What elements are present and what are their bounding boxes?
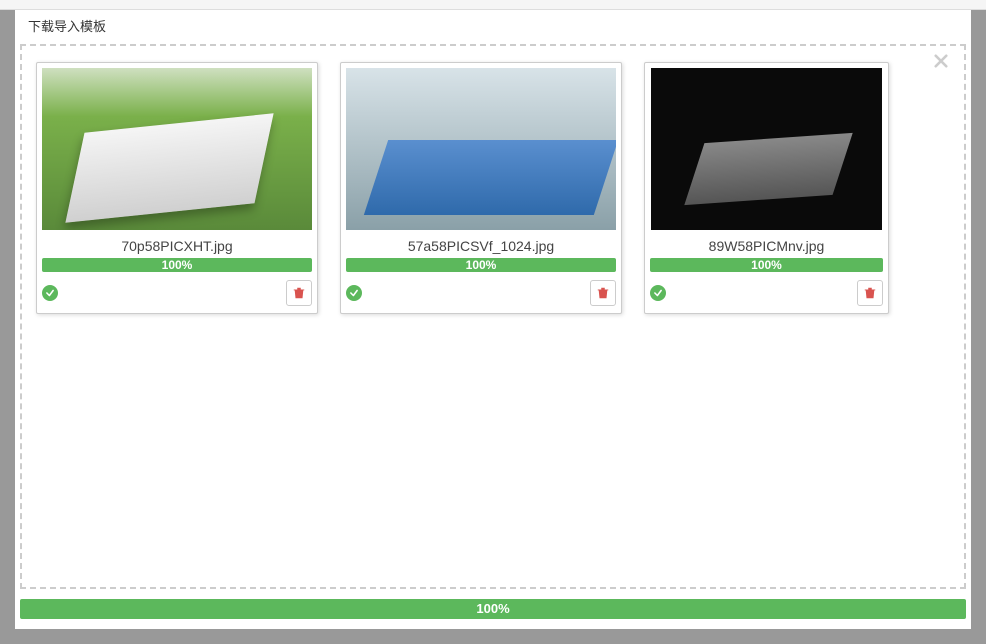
- file-card: 57a58PICSVf_1024.jpg 100%: [340, 62, 622, 314]
- files-grid: 70p58PICXHT.jpg 100%: [36, 62, 950, 314]
- thumbnail-image: [42, 68, 312, 230]
- success-check-icon: [42, 285, 58, 301]
- file-progress-bar: 100%: [42, 258, 312, 272]
- file-name-label: 57a58PICSVf_1024.jpg: [346, 230, 616, 258]
- download-template-link[interactable]: 下载导入模板: [20, 13, 114, 38]
- thumbnail-image: [651, 68, 882, 230]
- file-actions-row: [42, 272, 312, 308]
- file-actions-row: [346, 272, 616, 308]
- file-name-label: 89W58PICMnv.jpg: [650, 230, 883, 258]
- top-bar: [0, 0, 986, 10]
- overall-progress-bar: 100%: [20, 599, 966, 619]
- close-button[interactable]: [934, 54, 952, 72]
- trash-icon: [863, 286, 877, 300]
- delete-button[interactable]: [590, 280, 616, 306]
- trash-icon: [596, 286, 610, 300]
- success-check-icon: [346, 285, 362, 301]
- delete-button[interactable]: [286, 280, 312, 306]
- file-dropzone[interactable]: 70p58PICXHT.jpg 100%: [20, 44, 966, 589]
- file-card: 89W58PICMnv.jpg 100%: [644, 62, 889, 314]
- close-icon: [934, 54, 948, 68]
- thumbnail-image: [346, 68, 616, 230]
- delete-button[interactable]: [857, 280, 883, 306]
- file-progress-bar: 100%: [650, 258, 883, 272]
- file-actions-row: [650, 272, 883, 308]
- page-backdrop: 下载导入模板 70p58PICXHT.jpg 100%: [0, 10, 986, 644]
- success-check-icon: [650, 285, 666, 301]
- trash-icon: [292, 286, 306, 300]
- file-name-label: 70p58PICXHT.jpg: [42, 230, 312, 258]
- file-card: 70p58PICXHT.jpg 100%: [36, 62, 318, 314]
- upload-panel: 下载导入模板 70p58PICXHT.jpg 100%: [15, 10, 971, 629]
- file-progress-bar: 100%: [346, 258, 616, 272]
